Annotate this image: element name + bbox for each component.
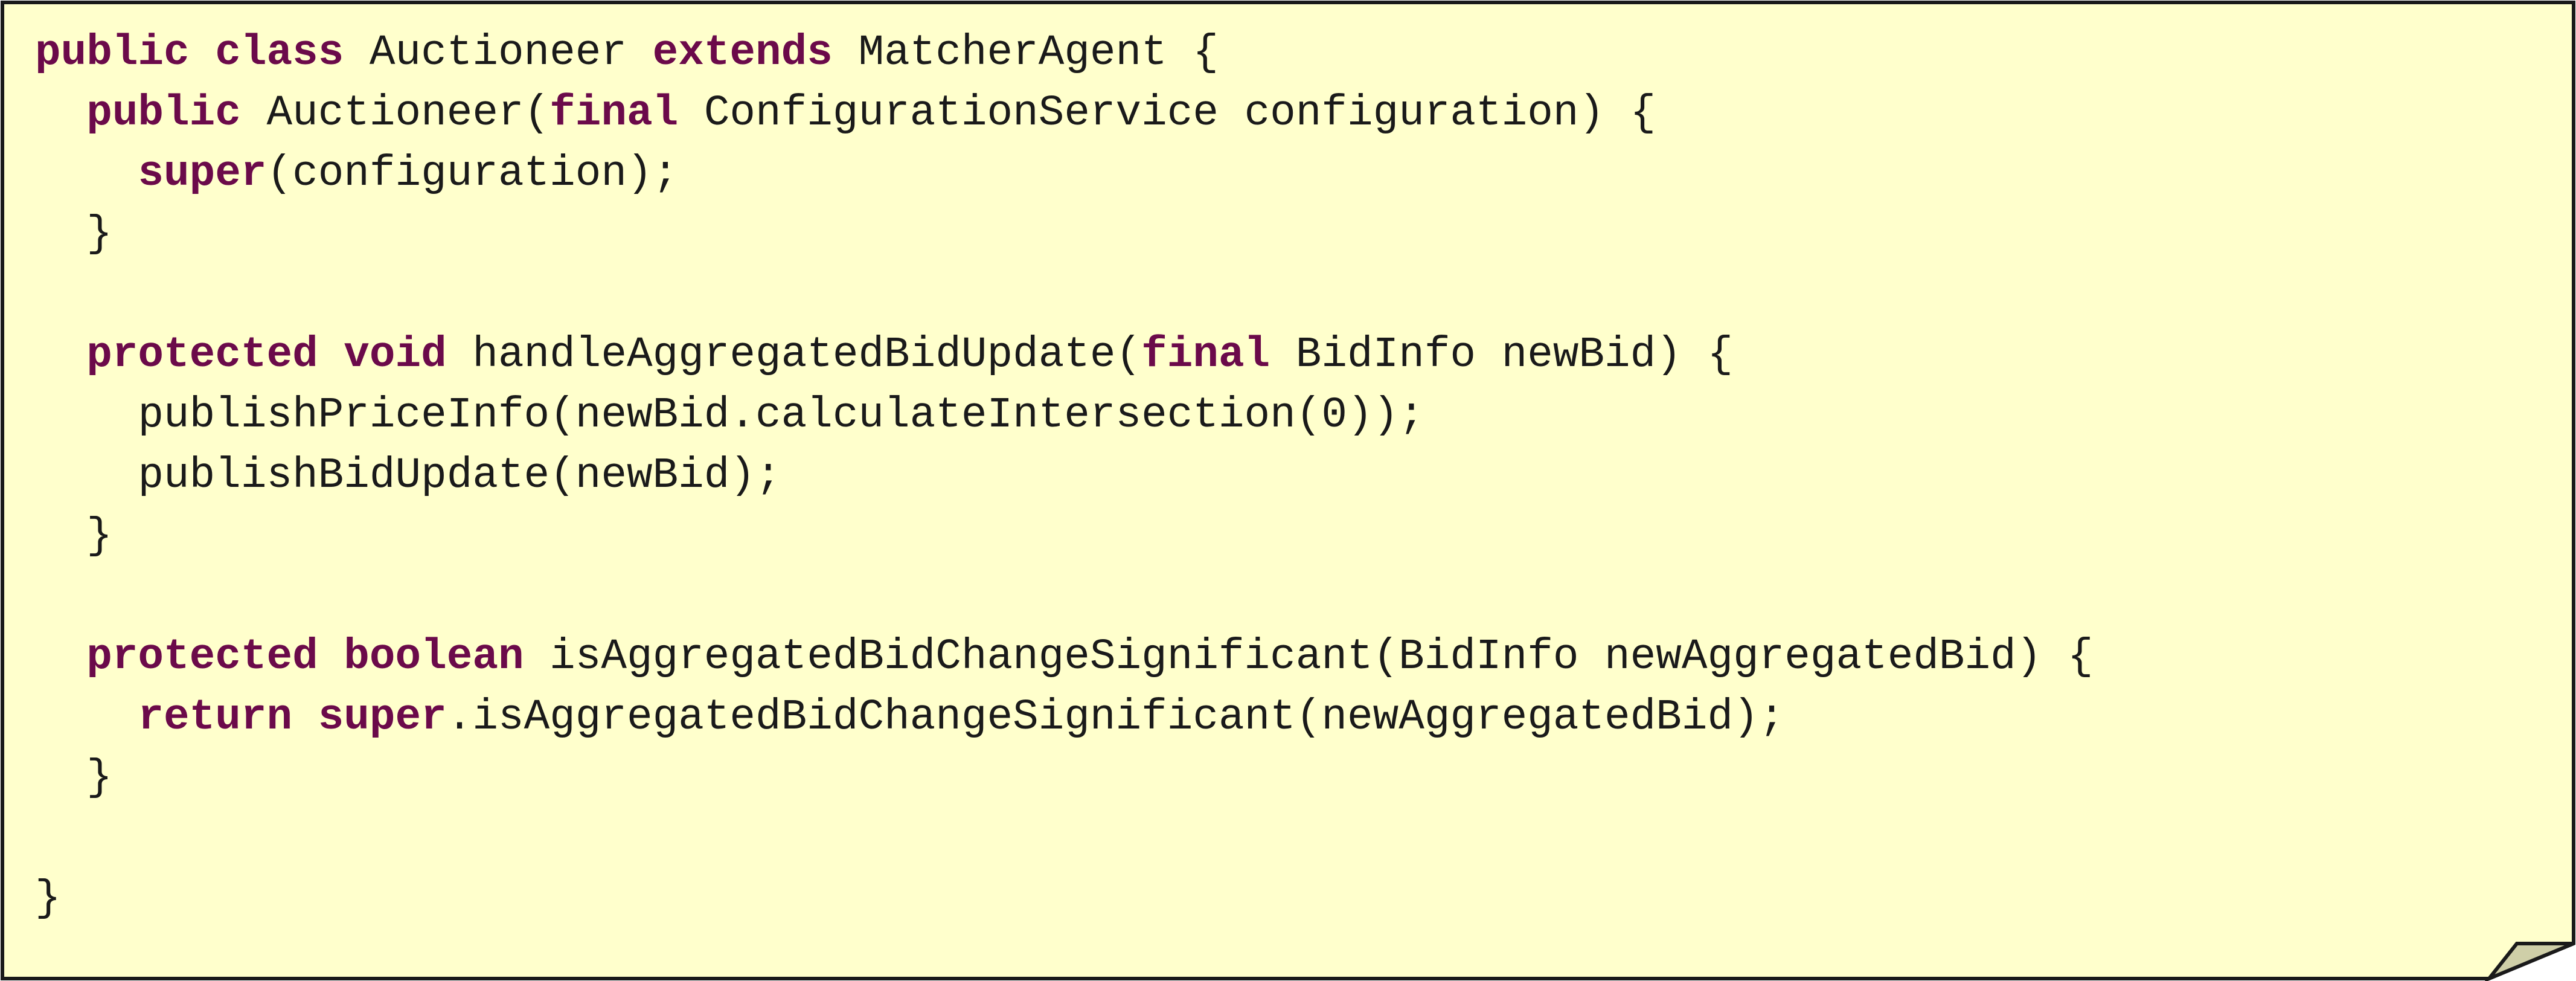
code-keyword: class: [215, 29, 344, 77]
code-line: publishPriceInfo(newBid.calculateInterse…: [35, 385, 2094, 446]
code-text: isAggregatedBidChangeSignificant(BidInfo…: [524, 633, 2094, 681]
code-text: handleAggregatedBidUpdate(: [446, 331, 1142, 379]
code-keyword: boolean: [344, 633, 524, 681]
code-text: }: [86, 754, 112, 802]
code-text: (configuration);: [266, 150, 679, 198]
code-text: }: [86, 210, 112, 259]
code-keyword: super: [318, 693, 447, 742]
code-line: public class Auctioneer extends MatcherA…: [35, 23, 2094, 83]
code-keyword: final: [549, 89, 679, 138]
code-line: protected void handleAggregatedBidUpdate…: [35, 325, 2094, 385]
code-text: }: [35, 875, 61, 923]
code-text: publishPriceInfo(newBid.calculateInterse…: [138, 391, 1424, 440]
code-line: super(configuration);: [35, 144, 2094, 204]
code-keyword: return: [138, 693, 293, 742]
code-text: ConfigurationService configuration) {: [678, 89, 1656, 138]
code-text: Auctioneer(: [240, 89, 550, 138]
code-text: MatcherAgent {: [832, 29, 1219, 77]
code-text: Auctioneer: [344, 29, 653, 77]
code-keyword: final: [1141, 331, 1270, 379]
code-text: BidInfo newBid) {: [1270, 331, 1734, 379]
code-block: public class Auctioneer extends MatcherA…: [35, 23, 2094, 929]
code-text: }: [86, 512, 112, 561]
code-line: publishBidUpdate(newBid);: [35, 446, 2094, 506]
code-keyword: super: [138, 150, 267, 198]
code-line: protected boolean isAggregatedBidChangeS…: [35, 627, 2094, 687]
code-keyword: extends: [652, 29, 833, 77]
code-keyword: protected: [86, 633, 318, 681]
code-line: return super.isAggregatedBidChangeSignif…: [35, 687, 2094, 748]
code-text: publishBidUpdate(newBid);: [138, 452, 781, 500]
code-line: }: [35, 869, 2094, 929]
code-line: }: [35, 748, 2094, 808]
code-line: }: [35, 204, 2094, 265]
code-keyword: public: [86, 89, 241, 138]
code-line: public Auctioneer(final ConfigurationSer…: [35, 83, 2094, 144]
code-keyword: public: [35, 29, 190, 77]
code-keyword: protected: [86, 331, 318, 379]
code-keyword: void: [344, 331, 447, 379]
code-note: public class Auctioneer extends MatcherA…: [0, 0, 2576, 981]
code-text: .isAggregatedBidChangeSignificant(newAgg…: [446, 693, 1785, 742]
code-line: }: [35, 506, 2094, 567]
